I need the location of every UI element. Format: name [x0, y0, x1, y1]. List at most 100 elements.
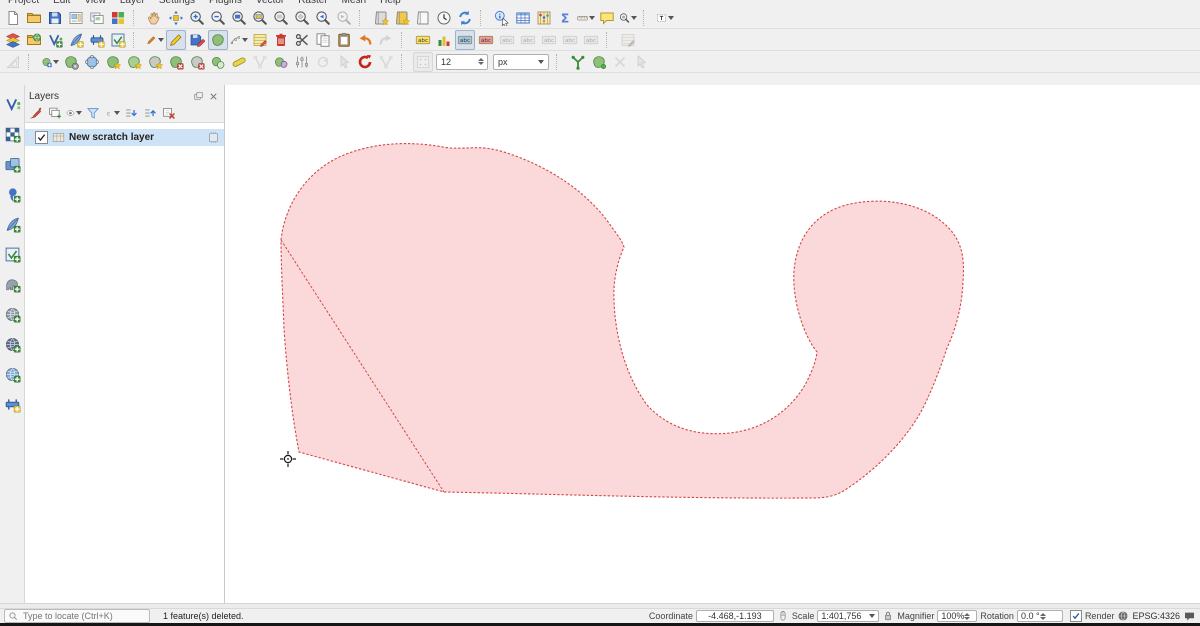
identify-features[interactable]	[492, 8, 512, 28]
digitize-regular-polygon[interactable]	[145, 52, 165, 72]
toggle-extents-icon[interactable]	[777, 610, 789, 622]
digitize-circle[interactable]	[82, 52, 102, 72]
current-edits[interactable]	[145, 30, 165, 50]
show-spatial-bookmarks[interactable]	[392, 8, 412, 28]
new-shapefile-layer[interactable]	[66, 30, 86, 50]
layer-diagram-options[interactable]	[434, 30, 454, 50]
lock-scale-icon[interactable]	[882, 610, 894, 622]
coordinate-input[interactable]	[696, 610, 774, 622]
add-wfs-layer[interactable]	[2, 394, 23, 415]
add-raster-layer[interactable]	[2, 124, 23, 145]
toggle-editing[interactable]	[166, 30, 186, 50]
zoom-to-selection[interactable]	[271, 8, 291, 28]
add-vector-layer[interactable]	[24, 30, 44, 50]
pin-labels[interactable]: abc	[455, 30, 475, 50]
datasource-manager[interactable]	[2, 94, 23, 115]
menu-layer[interactable]: Layer	[120, 0, 145, 7]
new-spatial-bookmark[interactable]	[371, 8, 391, 28]
menu-raster[interactable]: Raster	[298, 0, 327, 7]
paste-features[interactable]	[334, 30, 354, 50]
add-virtual-layer[interactable]	[2, 244, 23, 265]
vertex-tool[interactable]	[229, 30, 249, 50]
menu-help[interactable]: Help	[380, 0, 401, 7]
digitized-polygon[interactable]	[281, 144, 963, 499]
menu-project[interactable]: Project	[8, 0, 39, 7]
dropdown-arrow[interactable]	[242, 38, 248, 42]
menu-edit[interactable]: Edit	[53, 0, 70, 7]
digitize-rectangle[interactable]	[124, 52, 144, 72]
style-manager[interactable]	[108, 8, 128, 28]
add-oracle-layer[interactable]	[2, 334, 23, 355]
field-calculator[interactable]	[534, 8, 554, 28]
dropdown-arrow[interactable]	[589, 16, 595, 20]
remove-layer[interactable]	[160, 104, 178, 122]
statistical-summary[interactable]: Σ	[555, 8, 575, 28]
enable-tracing[interactable]	[568, 52, 588, 72]
snapping-options[interactable]	[589, 52, 609, 72]
undo[interactable]	[355, 30, 375, 50]
dropdown-arrow[interactable]	[114, 111, 120, 115]
add-postgis-layer[interactable]	[2, 274, 23, 295]
magnifier-spin[interactable]: 100%	[937, 610, 977, 622]
add-polygon-feature[interactable]	[208, 30, 228, 50]
filter-by-expression[interactable]: ε	[103, 104, 121, 122]
modify-attributes[interactable]	[250, 30, 270, 50]
merge-features[interactable]	[271, 52, 291, 72]
map-canvas[interactable]	[225, 85, 1200, 603]
menu-plugins[interactable]: Plugins	[209, 0, 242, 7]
new-geopackage-layer[interactable]	[45, 30, 65, 50]
stream-digitizing[interactable]	[61, 52, 81, 72]
temporal-controller[interactable]	[434, 8, 454, 28]
zoom-out[interactable]	[208, 8, 228, 28]
add-group[interactable]	[46, 104, 64, 122]
locator-search[interactable]	[4, 609, 150, 623]
open-layer-styling-panel[interactable]	[27, 104, 45, 122]
memory-layer-indicator-icon[interactable]	[207, 131, 220, 144]
show-bookmark-manager[interactable]	[413, 8, 433, 28]
highlight-pinned-labels[interactable]: abc	[476, 30, 496, 50]
text-annotation[interactable]	[655, 8, 675, 28]
measure-line[interactable]	[576, 8, 596, 28]
manage-map-themes[interactable]	[65, 104, 83, 122]
render-checkbox[interactable]	[1070, 610, 1082, 622]
open-data-source-manager[interactable]	[3, 30, 23, 50]
rotation-spin[interactable]: 0.0 °	[1017, 610, 1063, 622]
delete-part[interactable]	[187, 52, 207, 72]
layer-row-new-scratch-layer[interactable]: New scratch layer	[25, 129, 224, 146]
fill-ring[interactable]	[208, 52, 228, 72]
project-new[interactable]	[3, 8, 23, 28]
add-delimited-text-layer[interactable]	[2, 184, 23, 205]
offset-curve[interactable]	[229, 52, 249, 72]
project-open[interactable]	[24, 8, 44, 28]
menu-view[interactable]: View	[84, 0, 106, 7]
filter-legend[interactable]	[84, 104, 102, 122]
cut-features[interactable]	[292, 30, 312, 50]
delete-ring[interactable]	[166, 52, 186, 72]
dropdown-arrow[interactable]	[668, 16, 674, 20]
add-spatialite-layer[interactable]	[2, 214, 23, 235]
new-spatialite-layer[interactable]	[87, 30, 107, 50]
messages-icon[interactable]	[1183, 610, 1196, 622]
pan-map[interactable]	[145, 8, 165, 28]
new-virtual-layer[interactable]	[108, 30, 128, 50]
layer-visibility-checkbox[interactable]	[35, 131, 48, 144]
close-panel-button[interactable]	[207, 90, 220, 103]
refresh-map[interactable]	[455, 8, 475, 28]
zoom-last[interactable]	[313, 8, 333, 28]
pan-to-selection[interactable]	[166, 8, 186, 28]
layer-labeling-options[interactable]: abc	[413, 30, 433, 50]
show-layout-manager[interactable]	[87, 8, 107, 28]
add-mesh-layer[interactable]	[2, 154, 23, 175]
trim-extend[interactable]	[355, 52, 375, 72]
scale-combo[interactable]: 1:401,756	[817, 610, 879, 622]
copy-features[interactable]	[313, 30, 333, 50]
menu-settings[interactable]: Settings	[159, 0, 195, 7]
open-attribute-table[interactable]	[513, 8, 533, 28]
spinner-arrows[interactable]	[964, 613, 976, 620]
expand-all[interactable]	[122, 104, 140, 122]
add-mssql-layer[interactable]	[2, 304, 23, 325]
menu-mesh[interactable]: Mesh	[342, 0, 366, 7]
locator-input[interactable]	[21, 610, 143, 622]
dropdown-arrow[interactable]	[631, 16, 637, 20]
project-save[interactable]	[45, 8, 65, 28]
